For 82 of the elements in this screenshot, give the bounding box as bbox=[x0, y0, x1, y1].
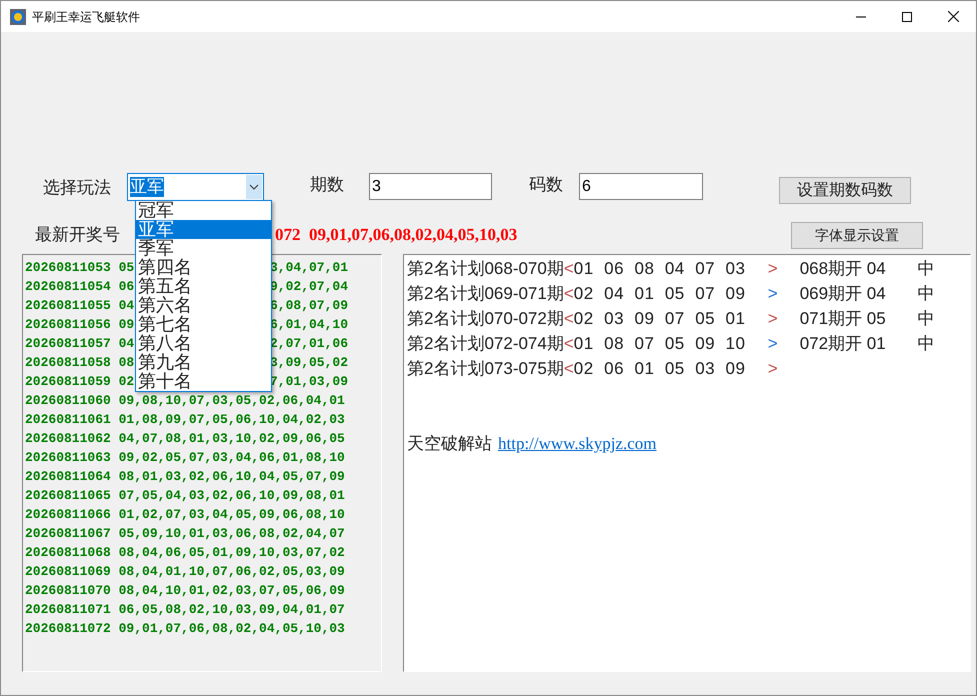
dropdown-option[interactable]: 第九名 bbox=[136, 353, 271, 372]
history-row-start: 20260811056 09 bbox=[25, 316, 134, 334]
hit-mark: 中 bbox=[918, 332, 935, 355]
dropdown-option[interactable]: 季军 bbox=[136, 239, 271, 258]
open-bracket: < bbox=[564, 358, 574, 380]
open-bracket: < bbox=[564, 258, 574, 280]
plan-numbers: 02 04 01 05 07 09 bbox=[574, 282, 746, 305]
history-row-end: 3,09,05,02 bbox=[270, 354, 348, 372]
history-row-text: 20260811067 05,09,10,01,03,06,08,02,04,07 bbox=[25, 525, 345, 543]
close-bracket: > bbox=[768, 332, 778, 355]
plan-numbers: 02 03 09 07 05 01 bbox=[574, 308, 746, 330]
play-mode-label: 选择玩法 bbox=[43, 177, 111, 199]
open-bracket: < bbox=[564, 282, 574, 305]
plan-text: 第2名计划068-070期 bbox=[407, 258, 564, 280]
history-row-text: 20260811063 09,02,05,07,03,04,06,01,08,10 bbox=[25, 449, 345, 467]
periods-field[interactable]: 3 bbox=[369, 173, 492, 200]
dropdown-option[interactable]: 第五名 bbox=[136, 277, 271, 296]
dropdown-option[interactable]: 亚军 bbox=[136, 220, 271, 239]
history-row-start: 20260811053 05 bbox=[25, 259, 134, 277]
history-row-text: 20260811070 08,04,10,01,02,03,07,05,06,09 bbox=[25, 582, 345, 600]
plan-numbers: 01 08 07 05 09 10 bbox=[574, 332, 746, 355]
dropdown-option[interactable]: 第四名 bbox=[136, 258, 271, 277]
history-row-text: 20260811068 08,04,06,05,01,09,10,03,07,02 bbox=[25, 544, 345, 562]
plan-text: 第2名计划073-075期 bbox=[407, 358, 564, 380]
history-row-text: 20260811060 09,08,10,07,03,05,02,06,04,01 bbox=[25, 392, 345, 410]
history-row-start: 20260811059 02 bbox=[25, 373, 134, 391]
history-row-end: 2,07,01,06 bbox=[270, 335, 348, 353]
close-bracket: > bbox=[768, 258, 778, 280]
history-row-start: 20260811055 04 bbox=[25, 297, 134, 315]
site-link[interactable]: http://www.skypjz.com bbox=[498, 431, 656, 456]
dropdown-option[interactable]: 第十名 bbox=[136, 372, 271, 391]
history-row-start: 20260811058 08 bbox=[25, 354, 134, 372]
history-row-end: 3,04,07,01 bbox=[270, 259, 348, 277]
history-row-text: 20260811066 01,02,07,03,04,05,09,06,08,10 bbox=[25, 506, 345, 524]
history-row-text: 20260811071 06,05,08,02,10,03,09,04,01,07 bbox=[25, 601, 345, 619]
draw-result: 068期开 04 bbox=[800, 258, 887, 280]
play-mode-combobox[interactable]: 亚军 bbox=[127, 173, 264, 201]
history-row-start: 20260811057 04 bbox=[25, 335, 134, 353]
history-row-text: 20260811072 09,01,07,06,08,02,04,05,10,03 bbox=[25, 620, 345, 638]
plan-text: 第2名计划070-072期 bbox=[407, 308, 564, 330]
plan-numbers: 01 06 08 04 07 03 bbox=[574, 258, 746, 280]
history-row-end: 9,02,07,04 bbox=[270, 278, 348, 296]
close-bracket: > bbox=[768, 358, 778, 380]
history-row-text: 20260811064 08,01,03,02,06,10,04,05,07,09 bbox=[25, 468, 345, 486]
codes-field[interactable]: 6 bbox=[579, 173, 703, 200]
set-periods-button[interactable]: 设置期数码数 bbox=[779, 177, 911, 204]
window-title: 平刷王幸运飞艇软件 bbox=[32, 8, 140, 26]
site-label: 天空破解站 bbox=[407, 433, 492, 455]
plan-text: 第2名计划069-071期 bbox=[407, 282, 564, 305]
latest-draw-label: 最新开奖号 bbox=[35, 224, 120, 246]
history-row-end: 6,08,07,09 bbox=[270, 297, 348, 315]
close-icon bbox=[948, 11, 958, 22]
font-settings-button[interactable]: 字体显示设置 bbox=[791, 222, 923, 248]
chevron-down-icon bbox=[246, 175, 262, 199]
close-bracket: > bbox=[768, 308, 778, 330]
draw-result: 069期开 04 bbox=[800, 282, 887, 305]
history-row-text: 20260811069 08,04,01,10,07,06,02,05,03,09 bbox=[25, 563, 345, 581]
plan-text: 第2名计划072-074期 bbox=[407, 332, 564, 355]
open-bracket: < bbox=[564, 332, 574, 355]
plan-numbers: 02 06 01 05 03 09 bbox=[574, 358, 746, 380]
codes-label: 码数 bbox=[529, 174, 563, 196]
hit-mark: 中 bbox=[918, 258, 935, 280]
app-icon bbox=[10, 8, 26, 24]
history-row-text: 20260811061 01,08,09,07,05,06,10,04,02,03 bbox=[25, 411, 345, 429]
dropdown-option[interactable]: 第六名 bbox=[136, 296, 271, 315]
draw-result: 071期开 05 bbox=[800, 308, 887, 330]
hit-mark: 中 bbox=[918, 282, 935, 305]
maximize-icon bbox=[902, 12, 912, 22]
latest-draw-numbers: 072 09,01,07,06,08,02,04,05,10,03 bbox=[275, 224, 518, 246]
dropdown-option[interactable]: 第七名 bbox=[136, 315, 271, 334]
open-bracket: < bbox=[564, 308, 574, 330]
history-row-end: 7,01,03,09 bbox=[270, 373, 348, 391]
draw-result: 072期开 01 bbox=[800, 332, 887, 355]
hit-mark: 中 bbox=[918, 308, 935, 330]
history-row-text: 20260811065 07,05,04,03,02,06,10,09,08,01 bbox=[25, 487, 345, 505]
close-bracket: > bbox=[768, 282, 778, 305]
dropdown-option[interactable]: 冠军 bbox=[136, 201, 271, 220]
dropdown-option[interactable]: 第八名 bbox=[136, 334, 271, 353]
history-row-start: 20260811054 06 bbox=[25, 278, 134, 296]
history-row-end: 6,01,04,10 bbox=[270, 316, 348, 334]
history-row-text: 20260811062 04,07,08,01,03,10,02,09,06,05 bbox=[25, 430, 345, 448]
periods-label: 期数 bbox=[310, 174, 344, 196]
